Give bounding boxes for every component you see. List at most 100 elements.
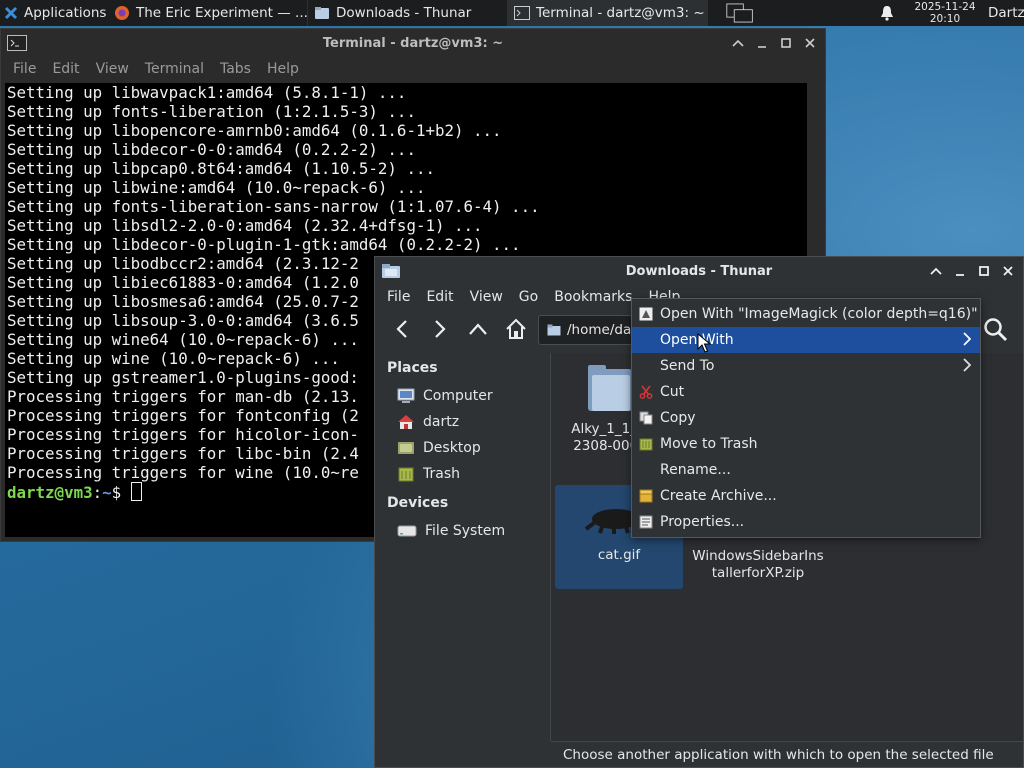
menu-item-label: Open With "ImageMagick (color depth=q16)…: [660, 306, 978, 322]
menu-view[interactable]: View: [462, 289, 511, 305]
menu-item-label: Move to Trash: [660, 436, 758, 452]
menu-edit[interactable]: Edit: [44, 61, 87, 77]
clock-date: 2025-11-24: [914, 1, 976, 13]
properties-icon: [639, 515, 653, 529]
close-icon[interactable]: [1001, 264, 1015, 278]
menu-item-label: Copy: [660, 410, 696, 426]
menu-item-move-to-trash[interactable]: Move to Trash: [632, 431, 980, 457]
drive-icon: [397, 524, 417, 538]
notification-bell-icon[interactable]: [880, 5, 894, 21]
applications-menu-button[interactable]: Applications: [0, 0, 108, 26]
prompt-user: dartz@vm3: [7, 483, 93, 502]
sidebar-item-label: Computer: [423, 388, 493, 404]
sidebar-item-label: Trash: [423, 466, 460, 482]
trash-icon: [639, 437, 653, 451]
home-icon[interactable]: [503, 315, 529, 343]
window-title: Terminal - dartz@vm3: ~: [322, 35, 504, 51]
sidebar-item-label: dartz: [423, 414, 460, 430]
menu-item-properties[interactable]: Properties...: [632, 509, 980, 535]
xfce-logo-icon: [4, 6, 18, 20]
parent-folder-icon[interactable]: [465, 315, 491, 343]
terminal-line: Setting up fonts-liberation-sans-narrow …: [7, 197, 540, 216]
task-firefox[interactable]: The Eric Experiment — ...: [108, 0, 308, 26]
terminal-line: Setting up libdecor-0-0:amd64 (0.2.2-2) …: [7, 140, 416, 159]
minimize-icon[interactable]: [755, 36, 769, 50]
folder-icon: [314, 6, 330, 20]
minimize-icon[interactable]: [953, 264, 967, 278]
submenu-arrow-icon: [963, 332, 972, 350]
firefox-icon: [114, 5, 130, 21]
submenu-arrow-icon: [963, 358, 972, 376]
context-menu: Open With "ImageMagick (color depth=q16)…: [631, 298, 981, 538]
task-label: Downloads - Thunar: [336, 5, 472, 21]
menu-item-spacer: [639, 359, 653, 373]
menu-item-open-with-imagemagick[interactable]: Open With "ImageMagick (color depth=q16)…: [632, 301, 980, 327]
clock[interactable]: 2025-11-24 20:10: [900, 0, 990, 26]
menu-file[interactable]: File: [5, 61, 44, 77]
menu-file[interactable]: File: [379, 289, 418, 305]
file-name: tallerforXP.zip: [711, 565, 805, 581]
thunar-titlebar[interactable]: Downloads - Thunar: [375, 257, 1023, 285]
file-name: WindowsSidebarIns: [692, 548, 824, 564]
maximize-up-icon[interactable]: [929, 264, 943, 278]
user-menu[interactable]: Dartz: [988, 0, 1024, 26]
menu-item-label: Properties...: [660, 514, 745, 530]
sidebar-item-dartz[interactable]: dartz: [375, 409, 550, 435]
menu-terminal[interactable]: Terminal: [137, 61, 212, 77]
copy-icon: [639, 411, 653, 425]
terminal-menubar: File Edit View Terminal Tabs Help: [1, 57, 825, 81]
sidebar-item-file-system[interactable]: File System: [375, 518, 550, 544]
menu-item-label: Rename...: [660, 462, 731, 478]
sidebar-item-computer[interactable]: Computer: [375, 383, 550, 409]
task-label: The Eric Experiment — ...: [136, 5, 308, 21]
terminal-titlebar[interactable]: Terminal - dartz@vm3: ~: [1, 29, 825, 57]
menu-item-cut[interactable]: Cut: [632, 379, 980, 405]
task-thunar[interactable]: Downloads - Thunar: [308, 0, 508, 26]
terminal-line: Setting up libdecor-0-plugin-1-gtk:amd64…: [7, 235, 521, 254]
menu-bookmarks[interactable]: Bookmarks: [546, 289, 640, 305]
file-name: cat.gif: [597, 547, 641, 563]
terminal-line: Setting up libsdl2-2.0-0:amd64 (2.32.4+d…: [7, 216, 483, 235]
menu-item-label: Cut: [660, 384, 685, 400]
archive-icon: [639, 489, 653, 503]
location-path: /home/dar: [567, 322, 637, 338]
terminal-icon: [7, 35, 27, 51]
terminal-line: Setting up libopencore-amrnb0:amd64 (0.1…: [7, 121, 502, 140]
maximize-up-icon[interactable]: [731, 36, 745, 50]
terminal-line: Setting up libpcap0.8t64:amd64 (1.10.5-2…: [7, 159, 435, 178]
menu-help[interactable]: Help: [259, 61, 307, 77]
search-icon[interactable]: [983, 317, 1009, 343]
sidebar-item-desktop[interactable]: Desktop: [375, 435, 550, 461]
menu-view[interactable]: View: [88, 61, 137, 77]
menu-item-spacer: [639, 333, 653, 347]
menu-item-rename[interactable]: Rename...: [632, 457, 980, 483]
menu-tabs[interactable]: Tabs: [212, 61, 259, 77]
task-terminal[interactable]: Terminal - dartz@vm3: ~: [508, 0, 708, 26]
prompt-symbol: $: [111, 483, 122, 502]
maximize-icon[interactable]: [779, 36, 793, 50]
desktop-icon: [397, 440, 415, 456]
back-icon[interactable]: [389, 315, 415, 343]
forward-icon[interactable]: [427, 315, 453, 343]
menu-item-spacer: [639, 463, 653, 477]
window-title: Downloads - Thunar: [625, 263, 773, 279]
sidebar-item-trash[interactable]: Trash: [375, 461, 550, 487]
workspace-icon: [726, 3, 753, 23]
clock-time: 20:10: [929, 13, 961, 25]
menu-item-send-to[interactable]: Send To: [632, 353, 980, 379]
task-label: Terminal - dartz@vm3: ~: [536, 5, 705, 21]
workspace-switcher[interactable]: [720, 0, 760, 26]
menu-item-open-with[interactable]: Open With: [632, 327, 980, 353]
terminal-line: Setting up fonts-liberation (1:2.1.5-3) …: [7, 102, 416, 121]
trash-icon: [397, 466, 415, 482]
menu-go[interactable]: Go: [511, 289, 546, 305]
menu-item-copy[interactable]: Copy: [632, 405, 980, 431]
menu-edit[interactable]: Edit: [418, 289, 461, 305]
menu-item-create-archive[interactable]: Create Archive...: [632, 483, 980, 509]
close-icon[interactable]: [803, 36, 817, 50]
menu-item-label: Create Archive...: [660, 488, 777, 504]
side-pane: Places Computer dartz Desktop Trash Devi…: [375, 353, 551, 741]
imagemagick-icon: [639, 307, 653, 321]
applications-label: Applications: [24, 5, 107, 21]
maximize-icon[interactable]: [977, 264, 991, 278]
